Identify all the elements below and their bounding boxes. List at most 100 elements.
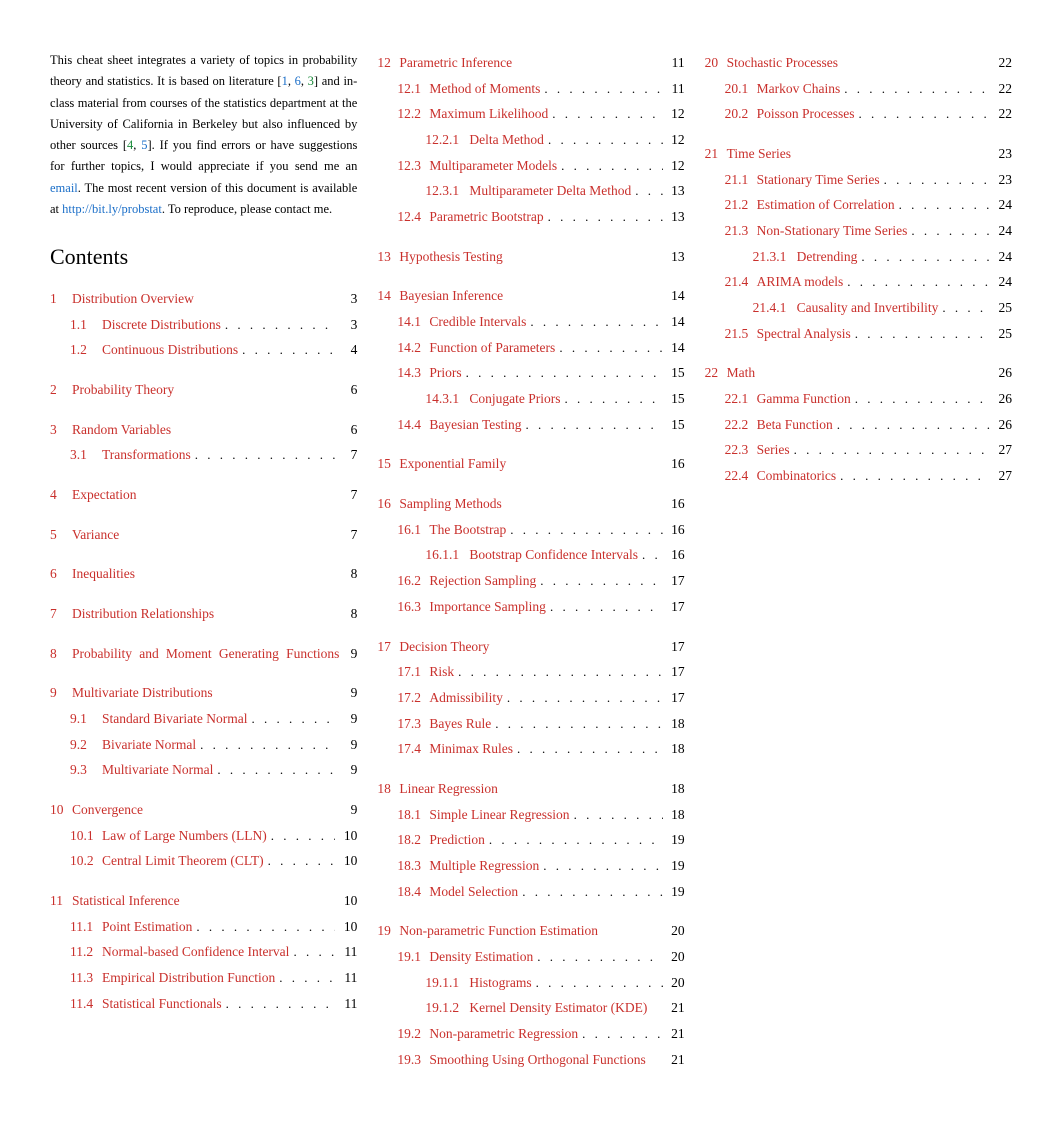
toc-page: 19 <box>667 827 685 853</box>
toc-entry[interactable]: 16.1The Bootstrap16 <box>377 517 684 543</box>
toc-entry[interactable]: 11Statistical Inference10 <box>50 888 357 914</box>
toc-entry[interactable]: 11.2Normal-based Confidence Interval11 <box>50 939 357 965</box>
toc-entry[interactable]: 9Multivariate Distributions9 <box>50 680 357 706</box>
toc-entry[interactable]: 1.1Discrete Distributions3 <box>50 312 357 338</box>
toc-entry[interactable]: 21.2Estimation of Correlation24 <box>705 192 1012 218</box>
toc-entry[interactable]: 9.3Multivariate Normal9 <box>50 757 357 783</box>
toc-entry[interactable]: 10.1Law of Large Numbers (LLN)10 <box>50 823 357 849</box>
citation-link[interactable]: 4 <box>127 138 133 152</box>
toc-entry[interactable]: 19.1.1Histograms20 <box>377 970 684 996</box>
toc-entry[interactable]: 9.2Bivariate Normal9 <box>50 732 357 758</box>
toc-entry[interactable]: 19.1Density Estimation20 <box>377 944 684 970</box>
toc-entry[interactable]: 18Linear Regression18 <box>377 776 684 802</box>
toc-title: Bivariate Normal <box>102 732 196 758</box>
toc-entry[interactable]: 20Stochastic Processes22 <box>705 50 1012 76</box>
toc-page: 10 <box>339 823 357 849</box>
toc-entry[interactable]: 19.3Smoothing Using Orthogonal Functions… <box>377 1047 684 1073</box>
toc-entry[interactable]: 19.2Non-parametric Regression21 <box>377 1021 684 1047</box>
toc-entry[interactable]: 22.3Series27 <box>705 437 1012 463</box>
toc-entry[interactable]: 17.4Minimax Rules18 <box>377 736 684 762</box>
toc-dots <box>195 443 336 468</box>
toc-entry[interactable]: 20.1Markov Chains22 <box>705 76 1012 102</box>
toc-entry[interactable]: 21.5Spectral Analysis25 <box>705 321 1012 347</box>
toc-entry[interactable]: 12.4Parametric Bootstrap13 <box>377 204 684 230</box>
toc-entry[interactable]: 14.2Function of Parameters14 <box>377 335 684 361</box>
toc-entry[interactable]: 3Random Variables6 <box>50 417 357 443</box>
toc-entry[interactable]: 9.1Standard Bivariate Normal9 <box>50 706 357 732</box>
toc-dots <box>536 971 663 996</box>
toc-entry[interactable]: 21.1Stationary Time Series23 <box>705 167 1012 193</box>
toc-entry[interactable]: 2Probability Theory6 <box>50 377 357 403</box>
toc-dots <box>844 77 990 102</box>
toc-entry[interactable]: 21.4ARIMA models24 <box>705 269 1012 295</box>
toc-page: 17 <box>667 634 685 660</box>
toc-number: 19.3 <box>397 1047 427 1073</box>
toc-page: 6 <box>339 377 357 403</box>
toc-entry[interactable]: 16.1.1Bootstrap Confidence Intervals16 <box>377 542 684 568</box>
citation-link[interactable]: 1 <box>282 74 288 88</box>
toc-entry[interactable]: 12.3Multiparameter Models12 <box>377 153 684 179</box>
toc-entry[interactable]: 18.1Simple Linear Regression18 <box>377 802 684 828</box>
toc-entry[interactable]: 20.2Poisson Processes22 <box>705 101 1012 127</box>
toc-entry[interactable]: 22Math26 <box>705 360 1012 386</box>
toc-section: 2Probability Theory6 <box>50 377 357 403</box>
toc-entry[interactable]: 14.3Priors15 <box>377 360 684 386</box>
toc-entry[interactable]: 14.4Bayesian Testing15 <box>377 412 684 438</box>
toc-entry[interactable]: 22.4Combinatorics27 <box>705 463 1012 489</box>
toc-entry[interactable]: 3.1Transformations7 <box>50 442 357 468</box>
toc-entry[interactable]: 16.3Importance Sampling17 <box>377 594 684 620</box>
toc-section: 9Multivariate Distributions99.1Standard … <box>50 680 357 783</box>
toc-entry[interactable]: 8Probability and Moment Generating Funct… <box>50 641 357 667</box>
toc-entry[interactable]: 12.2.1Delta Method12 <box>377 127 684 153</box>
toc-entry[interactable]: 10.2Central Limit Theorem (CLT)10 <box>50 848 357 874</box>
toc-entry[interactable]: 10Convergence9 <box>50 797 357 823</box>
url-link[interactable]: http://bit.ly/probstat <box>62 202 162 216</box>
toc-entry[interactable]: 1.2Continuous Distributions4 <box>50 337 357 363</box>
toc-entry[interactable]: 14.1Credible Intervals14 <box>377 309 684 335</box>
toc-page: 12 <box>667 153 685 179</box>
toc-entry[interactable]: 1Distribution Overview3 <box>50 286 357 312</box>
toc-entry[interactable]: 17Decision Theory17 <box>377 634 684 660</box>
toc-entry[interactable]: 19Non-parametric Function Estimation20 <box>377 918 684 944</box>
toc-entry[interactable]: 12.3.1Multiparameter Delta Method13 <box>377 178 684 204</box>
toc-entry[interactable]: 5Variance7 <box>50 522 357 548</box>
toc-entry[interactable]: 21.3Non-Stationary Time Series24 <box>705 218 1012 244</box>
toc-section: 4Expectation7 <box>50 482 357 508</box>
toc-entry[interactable]: 22.1Gamma Function26 <box>705 386 1012 412</box>
toc-page: 12 <box>667 101 685 127</box>
toc-entry[interactable]: 21Time Series23 <box>705 141 1012 167</box>
toc-entry[interactable]: 13Hypothesis Testing13 <box>377 244 684 270</box>
toc-entry[interactable]: 18.4Model Selection19 <box>377 879 684 905</box>
toc-section: 12Parametric Inference1112.1Method of Mo… <box>377 50 684 230</box>
citation-link[interactable]: 6 <box>295 74 301 88</box>
toc-entry[interactable]: 18.2Prediction19 <box>377 827 684 853</box>
toc-entry[interactable]: 11.4Statistical Functionals11 <box>50 991 357 1017</box>
email-link[interactable]: email <box>50 181 78 195</box>
toc-entry[interactable]: 12.1Method of Moments11 <box>377 76 684 102</box>
toc-entry[interactable]: 19.1.2Kernel Density Estimator (KDE)21 <box>377 995 684 1021</box>
toc-entry[interactable]: 17.2Admissibility17 <box>377 685 684 711</box>
toc-entry[interactable]: 16.2Rejection Sampling17 <box>377 568 684 594</box>
toc-entry[interactable]: 17.1Risk17 <box>377 659 684 685</box>
toc-entry[interactable]: 21.3.1Detrending24 <box>705 244 1012 270</box>
toc-entry[interactable]: 11.1Point Estimation10 <box>50 914 357 940</box>
toc-number: 21.2 <box>725 192 755 218</box>
toc-entry[interactable]: 16Sampling Methods16 <box>377 491 684 517</box>
toc-entry[interactable]: 17.3Bayes Rule18 <box>377 711 684 737</box>
toc-entry[interactable]: 12.2Maximum Likelihood12 <box>377 101 684 127</box>
toc-entry[interactable]: 21.4.1Causality and Invertibility25 <box>705 295 1012 321</box>
toc-dots <box>279 966 335 991</box>
toc-entry[interactable]: 6Inequalities8 <box>50 561 357 587</box>
toc-number: 11.4 <box>70 991 100 1017</box>
toc-entry[interactable]: 14.3.1Conjugate Priors15 <box>377 386 684 412</box>
toc-entry[interactable]: 4Expectation7 <box>50 482 357 508</box>
toc-entry[interactable]: 22.2Beta Function26 <box>705 412 1012 438</box>
toc-entry[interactable]: 18.3Multiple Regression19 <box>377 853 684 879</box>
toc-entry[interactable]: 15Exponential Family16 <box>377 451 684 477</box>
column-3: 20Stochastic Processes2220.1Markov Chain… <box>705 50 1012 1086</box>
toc-entry[interactable]: 14Bayesian Inference14 <box>377 283 684 309</box>
toc-entry[interactable]: 11.3Empirical Distribution Function11 <box>50 965 357 991</box>
toc-entry[interactable]: 7Distribution Relationships8 <box>50 601 357 627</box>
toc-page: 8 <box>339 601 357 627</box>
toc-entry[interactable]: 12Parametric Inference11 <box>377 50 684 76</box>
